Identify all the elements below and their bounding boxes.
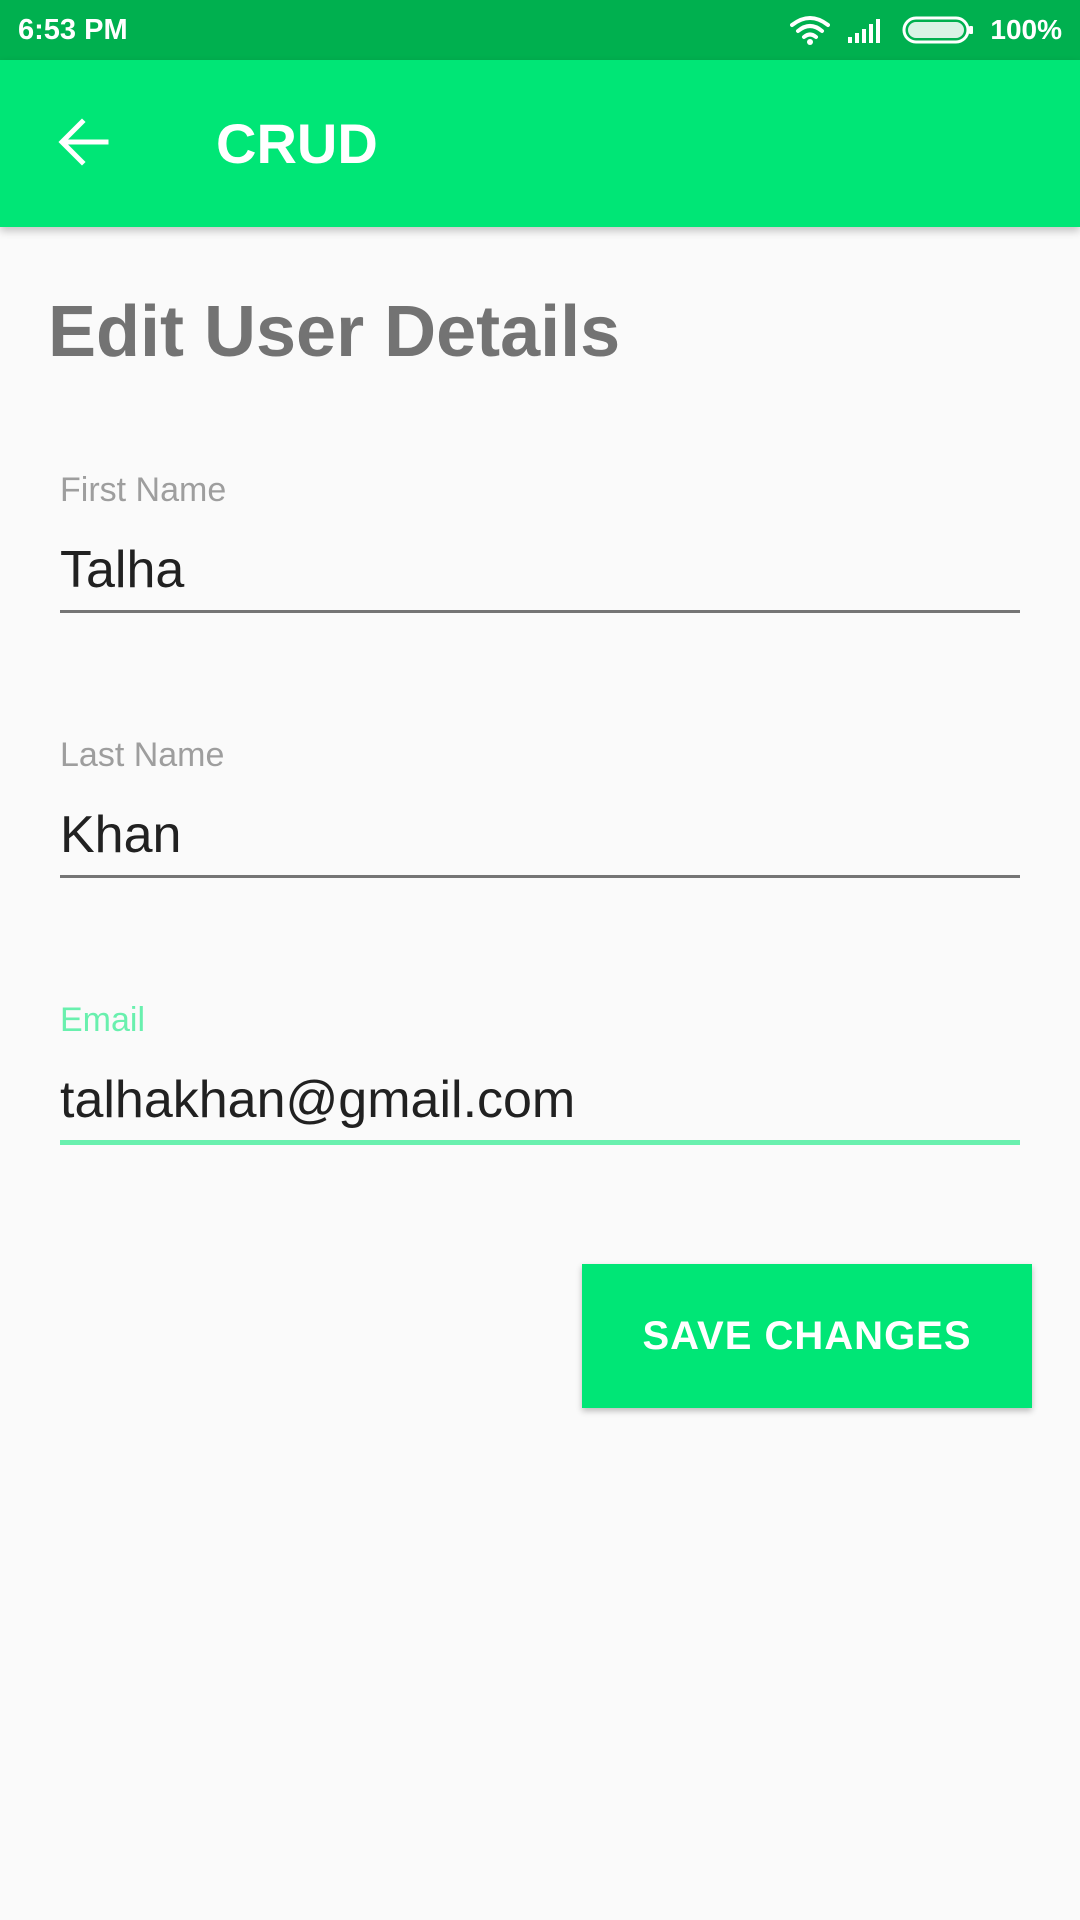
first-name-label: First Name (60, 471, 227, 509)
last-name-input[interactable] (60, 803, 1020, 878)
page-title: Edit User Details (48, 292, 621, 372)
email-label: Email (60, 1001, 146, 1039)
battery-icon (902, 15, 974, 45)
status-bar: 6:53 PM 100% (0, 0, 1080, 60)
battery-percentage: 100% (990, 14, 1062, 45)
signal-icon (846, 15, 886, 45)
last-name-label: Last Name (60, 736, 225, 774)
email-input[interactable] (60, 1068, 1020, 1145)
status-time: 6:53 PM (18, 13, 128, 46)
first-name-field: First Name (60, 470, 1020, 613)
back-button[interactable] (40, 100, 128, 188)
arrow-back-icon (58, 116, 110, 173)
save-changes-button[interactable]: SAVE CHANGES (582, 1264, 1032, 1408)
email-field: Email (60, 1000, 1020, 1145)
first-name-input[interactable] (60, 538, 1020, 613)
last-name-field: Last Name (60, 735, 1020, 878)
app-bar: CRUD (0, 60, 1080, 227)
status-icons: 100% (790, 14, 1062, 46)
wifi-icon (790, 15, 831, 45)
app-title: CRUD (216, 112, 378, 175)
